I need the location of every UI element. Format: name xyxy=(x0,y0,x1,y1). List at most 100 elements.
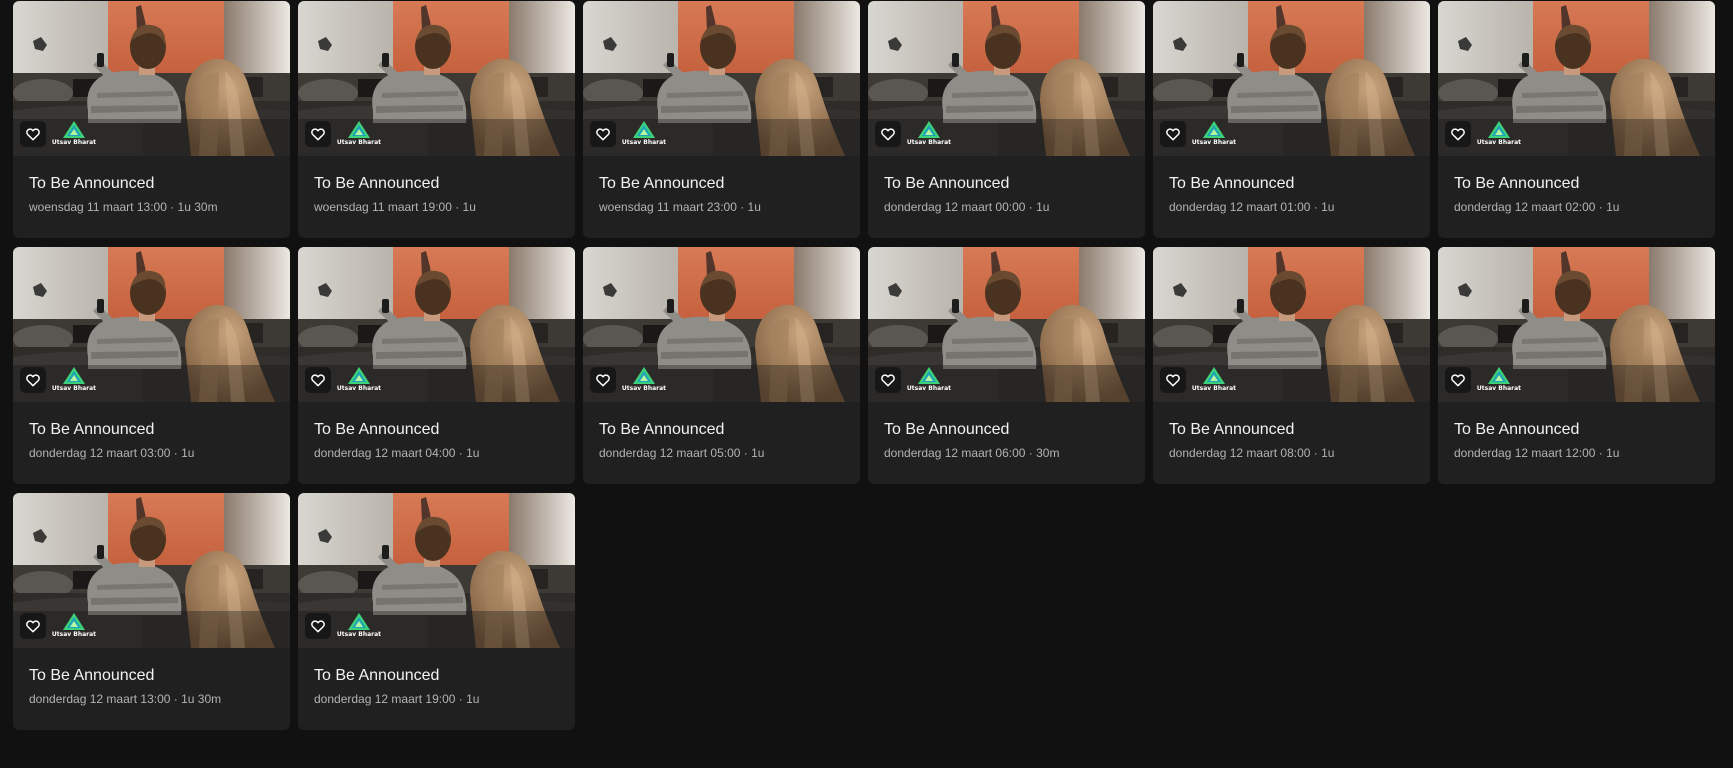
favorite-button[interactable] xyxy=(1445,367,1471,393)
program-card[interactable]: Utsav Bharat To Be Announced donderdag 1… xyxy=(1438,1,1715,238)
program-info: To Be Announced woensdag 11 maart 19:00 … xyxy=(298,156,575,215)
channel-logo-text: Utsav Bharat xyxy=(621,139,667,146)
program-thumbnail[interactable]: Utsav Bharat xyxy=(298,247,575,402)
program-info: To Be Announced woensdag 11 maart 23:00 … xyxy=(583,156,860,215)
heart-outline-icon xyxy=(26,374,40,387)
program-info: To Be Announced donderdag 12 maart 12:00… xyxy=(1438,402,1715,461)
heart-outline-icon xyxy=(1451,374,1465,387)
program-card[interactable]: Utsav Bharat To Be Announced woensdag 11… xyxy=(13,1,290,238)
program-thumbnail[interactable]: Utsav Bharat xyxy=(868,1,1145,156)
favorite-button[interactable] xyxy=(590,367,616,393)
favorite-button[interactable] xyxy=(20,367,46,393)
program-thumbnail[interactable]: Utsav Bharat xyxy=(868,247,1145,402)
program-title: To Be Announced xyxy=(1169,175,1295,192)
program-thumbnail[interactable]: Utsav Bharat xyxy=(1153,1,1430,156)
program-card[interactable]: Utsav Bharat To Be Announced donderdag 1… xyxy=(1153,1,1430,238)
heart-outline-icon xyxy=(26,128,40,141)
channel-logo-text: Utsav Bharat xyxy=(336,385,382,392)
favorite-button[interactable] xyxy=(20,613,46,639)
program-title: To Be Announced xyxy=(599,175,725,192)
channel-logo-text: Utsav Bharat xyxy=(906,385,952,392)
channel-logo-text: Utsav Bharat xyxy=(51,631,97,638)
program-card[interactable]: Utsav Bharat To Be Announced donderdag 1… xyxy=(13,247,290,484)
favorite-button[interactable] xyxy=(875,121,901,147)
channel-logo: Utsav Bharat xyxy=(49,121,99,149)
program-title: To Be Announced xyxy=(29,667,155,684)
program-card[interactable]: Utsav Bharat To Be Announced donderdag 1… xyxy=(583,247,860,484)
program-schedule: donderdag 12 maart 01:00 · 1u xyxy=(1169,200,1335,214)
favorite-button[interactable] xyxy=(1160,121,1186,147)
utsav-bharat-logo-icon xyxy=(1203,367,1225,384)
channel-logo: Utsav Bharat xyxy=(619,367,669,395)
program-thumbnail[interactable]: Utsav Bharat xyxy=(298,493,575,648)
utsav-bharat-logo-icon xyxy=(633,367,655,384)
program-thumbnail[interactable]: Utsav Bharat xyxy=(1438,247,1715,402)
program-thumbnail[interactable]: Utsav Bharat xyxy=(13,493,290,648)
program-title: To Be Announced xyxy=(29,175,155,192)
favorite-button[interactable] xyxy=(305,367,331,393)
favorite-button[interactable] xyxy=(305,121,331,147)
program-thumbnail[interactable]: Utsav Bharat xyxy=(13,247,290,402)
favorite-button[interactable] xyxy=(305,613,331,639)
program-title: To Be Announced xyxy=(314,421,440,438)
program-info: To Be Announced donderdag 12 maart 13:00… xyxy=(13,648,290,707)
heart-outline-icon xyxy=(1166,128,1180,141)
program-card[interactable]: Utsav Bharat To Be Announced donderdag 1… xyxy=(868,247,1145,484)
utsav-bharat-logo-icon xyxy=(918,367,940,384)
program-info: To Be Announced donderdag 12 maart 06:00… xyxy=(868,402,1145,461)
utsav-bharat-logo-icon xyxy=(348,367,370,384)
program-thumbnail[interactable]: Utsav Bharat xyxy=(1153,247,1430,402)
channel-logo: Utsav Bharat xyxy=(904,121,954,149)
utsav-bharat-logo-icon xyxy=(348,613,370,630)
utsav-bharat-logo-icon xyxy=(63,613,85,630)
program-card[interactable]: Utsav Bharat To Be Announced woensdag 11… xyxy=(298,1,575,238)
heart-outline-icon xyxy=(881,374,895,387)
program-card[interactable]: Utsav Bharat To Be Announced donderdag 1… xyxy=(1153,247,1430,484)
utsav-bharat-logo-icon xyxy=(633,121,655,138)
heart-outline-icon xyxy=(311,128,325,141)
program-thumbnail[interactable]: Utsav Bharat xyxy=(13,1,290,156)
heart-outline-icon xyxy=(311,620,325,633)
program-title: To Be Announced xyxy=(314,175,440,192)
program-thumbnail[interactable]: Utsav Bharat xyxy=(1438,1,1715,156)
heart-outline-icon xyxy=(881,128,895,141)
channel-logo-text: Utsav Bharat xyxy=(51,139,97,146)
favorite-button[interactable] xyxy=(20,121,46,147)
channel-logo-text: Utsav Bharat xyxy=(51,385,97,392)
program-info: To Be Announced donderdag 12 maart 05:00… xyxy=(583,402,860,461)
program-schedule: woensdag 11 maart 13:00 · 1u 30m xyxy=(29,200,218,214)
channel-logo: Utsav Bharat xyxy=(334,613,384,641)
program-schedule: donderdag 12 maart 05:00 · 1u xyxy=(599,446,765,460)
favorite-button[interactable] xyxy=(875,367,901,393)
channel-logo: Utsav Bharat xyxy=(619,121,669,149)
program-info: To Be Announced donderdag 12 maart 04:00… xyxy=(298,402,575,461)
program-info: To Be Announced donderdag 12 maart 02:00… xyxy=(1438,156,1715,215)
channel-logo-text: Utsav Bharat xyxy=(1476,385,1522,392)
channel-logo-text: Utsav Bharat xyxy=(621,385,667,392)
program-card[interactable]: Utsav Bharat To Be Announced donderdag 1… xyxy=(868,1,1145,238)
channel-logo: Utsav Bharat xyxy=(334,121,384,149)
favorite-button[interactable] xyxy=(590,121,616,147)
program-card[interactable]: Utsav Bharat To Be Announced donderdag 1… xyxy=(1438,247,1715,484)
program-card[interactable]: Utsav Bharat To Be Announced woensdag 11… xyxy=(583,1,860,238)
program-card[interactable]: Utsav Bharat To Be Announced donderdag 1… xyxy=(298,493,575,730)
program-thumbnail[interactable]: Utsav Bharat xyxy=(583,1,860,156)
program-title: To Be Announced xyxy=(29,421,155,438)
program-schedule: donderdag 12 maart 03:00 · 1u xyxy=(29,446,195,460)
program-schedule: donderdag 12 maart 06:00 · 30m xyxy=(884,446,1060,460)
program-title: To Be Announced xyxy=(1454,421,1580,438)
program-info: To Be Announced donderdag 12 maart 19:00… xyxy=(298,648,575,707)
program-thumbnail[interactable]: Utsav Bharat xyxy=(298,1,575,156)
channel-logo-text: Utsav Bharat xyxy=(1191,385,1237,392)
program-schedule: donderdag 12 maart 08:00 · 1u xyxy=(1169,446,1335,460)
program-schedule: woensdag 11 maart 23:00 · 1u xyxy=(599,200,761,214)
program-thumbnail[interactable]: Utsav Bharat xyxy=(583,247,860,402)
program-schedule: donderdag 12 maart 02:00 · 1u xyxy=(1454,200,1620,214)
program-card[interactable]: Utsav Bharat To Be Announced donderdag 1… xyxy=(13,493,290,730)
program-card[interactable]: Utsav Bharat To Be Announced donderdag 1… xyxy=(298,247,575,484)
program-schedule: donderdag 12 maart 19:00 · 1u xyxy=(314,692,480,706)
favorite-button[interactable] xyxy=(1160,367,1186,393)
utsav-bharat-logo-icon xyxy=(918,121,940,138)
channel-logo-text: Utsav Bharat xyxy=(1191,139,1237,146)
favorite-button[interactable] xyxy=(1445,121,1471,147)
